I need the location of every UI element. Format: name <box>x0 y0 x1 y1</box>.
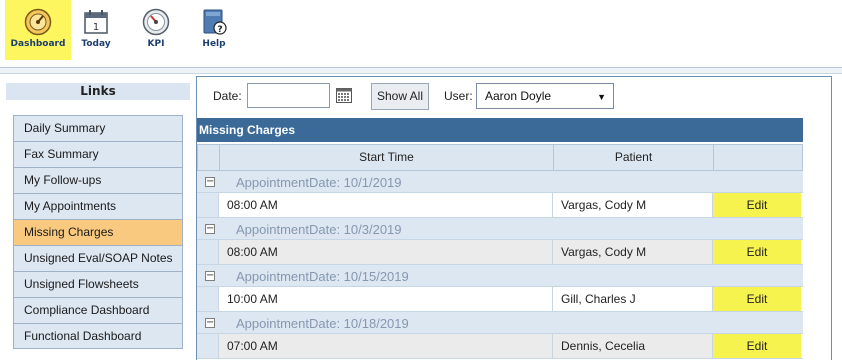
group-row: − AppointmentDate: 10/18/2019 <box>197 312 803 334</box>
today-label: Today <box>81 39 111 49</box>
column-header-patient[interactable]: Patient <box>553 145 713 170</box>
patient-cell: Dennis, Cecelia <box>552 334 712 358</box>
group-label: AppointmentDate: 10/3/2019 <box>236 222 402 237</box>
table-row: 10:00 AM Gill, Charles J Edit <box>197 287 803 312</box>
table-row: 07:00 AM Dennis, Cecelia Edit <box>197 334 803 359</box>
show-all-button[interactable]: Show All <box>371 83 429 110</box>
group-row: − AppointmentDate: 10/15/2019 <box>197 265 803 287</box>
user-select[interactable]: Aaron Doyle ▼ <box>476 83 614 109</box>
link-compliance-dashboard[interactable]: Compliance Dashboard <box>13 297 183 323</box>
edit-button[interactable]: Edit <box>712 240 801 264</box>
calendar-picker-icon[interactable] <box>336 88 352 103</box>
link-functional-dashboard[interactable]: Functional Dashboard <box>13 323 183 349</box>
table-row: 08:00 AM Vargas, Cody M Edit <box>197 193 803 218</box>
start-time-cell: 08:00 AM <box>218 193 552 217</box>
user-select-value: Aaron Doyle <box>485 89 552 103</box>
speedometer-icon <box>142 8 170 36</box>
grid-header: Start Time Patient <box>197 144 803 171</box>
svg-text:?: ? <box>217 25 222 35</box>
patient-cell: Vargas, Cody M <box>552 193 712 217</box>
link-unsigned-flowsheets[interactable]: Unsigned Flowsheets <box>13 271 183 297</box>
column-header-action <box>713 145 802 170</box>
kpi-button[interactable]: KPI <box>134 0 178 60</box>
edit-button[interactable]: Edit <box>712 287 801 311</box>
app-page: Dashboard 1 Today KPI ? Help Links Daily… <box>0 0 842 360</box>
edit-button[interactable]: Edit <box>712 334 801 358</box>
grid-body: − AppointmentDate: 10/1/2019 08:00 AM Va… <box>197 171 803 359</box>
group-row: − AppointmentDate: 10/1/2019 <box>197 171 803 193</box>
help-book-icon: ? <box>203 9 227 35</box>
date-input[interactable] <box>247 83 330 108</box>
group-label: AppointmentDate: 10/18/2019 <box>236 316 409 331</box>
top-toolbar: Dashboard 1 Today KPI ? Help <box>0 0 842 68</box>
column-header-start-time[interactable]: Start Time <box>219 145 553 170</box>
grid-title: Missing Charges <box>197 118 803 142</box>
collapse-icon[interactable]: − <box>205 224 215 234</box>
link-my-follow-ups[interactable]: My Follow-ups <box>13 167 183 193</box>
link-missing-charges[interactable]: Missing Charges <box>13 219 183 245</box>
dashboard-button[interactable]: Dashboard <box>5 0 71 60</box>
help-button[interactable]: ? Help <box>192 0 236 60</box>
collapse-icon[interactable]: − <box>205 271 215 281</box>
start-time-cell: 08:00 AM <box>218 240 552 264</box>
collapse-icon[interactable]: − <box>205 177 215 187</box>
help-label: Help <box>202 39 226 49</box>
edit-button[interactable]: Edit <box>712 193 801 217</box>
links-title: Links <box>6 83 190 100</box>
user-label: User: <box>444 89 473 103</box>
start-time-cell: 07:00 AM <box>218 334 552 358</box>
calendar-icon: 1 <box>84 10 108 34</box>
dropdown-arrow-icon: ▼ <box>597 92 606 102</box>
today-button[interactable]: 1 Today <box>74 0 118 60</box>
group-label: AppointmentDate: 10/1/2019 <box>236 175 402 190</box>
collapse-icon[interactable]: − <box>205 318 215 328</box>
kpi-label: KPI <box>147 39 165 49</box>
date-label: Date: <box>213 89 242 103</box>
link-unsigned-eval-soap-notes[interactable]: Unsigned Eval/SOAP Notes <box>13 245 183 271</box>
toolbar-divider <box>0 68 842 74</box>
svg-text:1: 1 <box>93 22 99 33</box>
dashboard-label: Dashboard <box>10 39 66 49</box>
link-my-appointments[interactable]: My Appointments <box>13 193 183 219</box>
group-label: AppointmentDate: 10/15/2019 <box>236 269 409 284</box>
dashboard-gauge-icon <box>24 8 52 36</box>
start-time-cell: 10:00 AM <box>218 287 552 311</box>
group-row: − AppointmentDate: 10/3/2019 <box>197 218 803 240</box>
link-daily-summary[interactable]: Daily Summary <box>13 115 183 141</box>
patient-cell: Gill, Charles J <box>552 287 712 311</box>
link-fax-summary[interactable]: Fax Summary <box>13 141 183 167</box>
table-row: 08:00 AM Vargas, Cody M Edit <box>197 240 803 265</box>
links-list: Daily Summary Fax Summary My Follow-ups … <box>13 115 183 349</box>
patient-cell: Vargas, Cody M <box>552 240 712 264</box>
